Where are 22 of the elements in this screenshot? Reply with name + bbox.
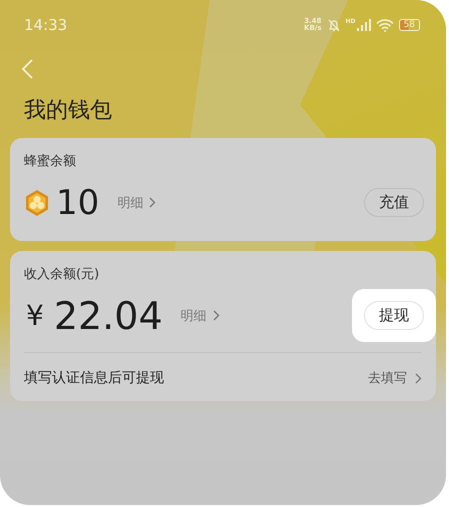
chevron-right-icon bbox=[212, 310, 220, 321]
status-time: 14:33 bbox=[24, 16, 68, 34]
bell-muted-icon bbox=[326, 18, 341, 32]
balance-label: 蜂蜜余额 bbox=[24, 153, 77, 170]
battery-indicator: 58 bbox=[398, 19, 420, 31]
back-icon[interactable] bbox=[20, 58, 34, 80]
wifi-icon bbox=[376, 18, 394, 32]
page-title: 我的钱包 bbox=[24, 97, 113, 125]
notice-text: 填写认证信息后可提现 bbox=[24, 369, 164, 387]
currency-symbol: ¥ bbox=[26, 299, 44, 332]
balance-label: 收入余额(元) bbox=[24, 266, 100, 283]
chevron-right-icon bbox=[415, 372, 422, 384]
chevron-right-icon bbox=[149, 197, 156, 208]
income-balance: 22.04 bbox=[54, 292, 163, 340]
recharge-button[interactable]: 充值 bbox=[364, 188, 424, 217]
withdraw-button[interactable]: 提现 bbox=[364, 301, 424, 330]
honeycomb-coin-icon bbox=[24, 188, 50, 216]
fill-in-link[interactable]: 去填写 bbox=[368, 369, 422, 387]
detail-link[interactable]: 明细 bbox=[180, 306, 220, 324]
honey-balance: 10 bbox=[56, 182, 100, 224]
signal-icon bbox=[356, 19, 371, 31]
detail-link[interactable]: 明细 bbox=[117, 194, 156, 212]
